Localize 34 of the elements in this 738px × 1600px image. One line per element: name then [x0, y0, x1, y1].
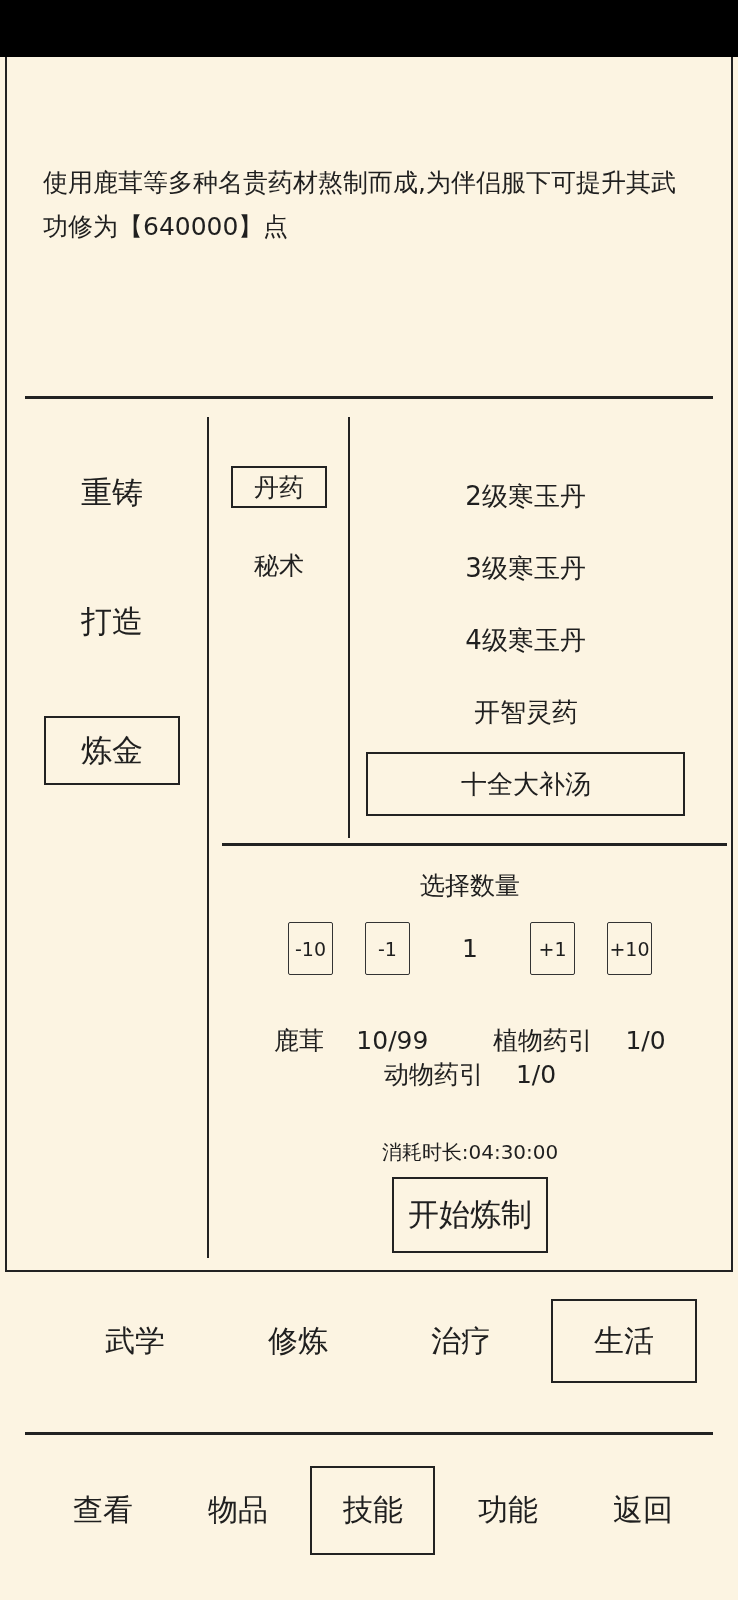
recipe-item[interactable]: 4级寒玉丹 [366, 608, 685, 672]
skill-tab[interactable]: 武学 [62, 1299, 208, 1383]
step-button[interactable]: +1 [530, 922, 575, 975]
craft-tab[interactable]: 重铸 [44, 458, 180, 527]
start-button[interactable]: 开始炼制 [392, 1177, 548, 1253]
step-button[interactable]: -10 [288, 922, 333, 975]
duration-text: 消耗时长:04:30:00 [381, 1140, 559, 1164]
nav-button[interactable]: 返回 [580, 1466, 705, 1555]
nav-button[interactable]: 物品 [175, 1466, 300, 1555]
step-button[interactable]: +10 [607, 922, 652, 975]
skill-tab[interactable]: 治疗 [388, 1299, 534, 1383]
material-count: 1/0 [515, 1059, 557, 1091]
craft-tab[interactable]: 炼金 [44, 716, 180, 785]
recipe-item[interactable]: 2级寒玉丹 [366, 464, 685, 528]
description-text: 使用鹿茸等多种名贵药材熬制而成,为伴侣服下可提升其武功修为【640000】点 [43, 167, 677, 243]
recipe-item[interactable]: 开智灵药 [366, 680, 685, 744]
quantity-value: 1 [461, 934, 479, 963]
material-count: 10/99 [356, 1025, 429, 1057]
step-button[interactable]: -1 [365, 922, 410, 975]
recipe-item[interactable]: 十全大补汤 [366, 752, 685, 816]
material-count: 1/0 [625, 1025, 666, 1057]
category-tab[interactable]: 丹药 [230, 466, 327, 508]
category-tab[interactable]: 秘术 [230, 544, 327, 586]
nav-button[interactable]: 技能 [310, 1466, 435, 1555]
quantity-title: 选择数量 [420, 871, 520, 901]
nav-button[interactable]: 功能 [445, 1466, 570, 1555]
craft-tab[interactable]: 打造 [44, 587, 180, 656]
material-name: 鹿茸 [274, 1025, 325, 1057]
skill-tab[interactable]: 修炼 [225, 1299, 371, 1383]
nav-button[interactable]: 查看 [40, 1466, 165, 1555]
material-name: 动物药引 [383, 1059, 484, 1091]
recipe-item[interactable]: 3级寒玉丹 [366, 536, 685, 600]
material-name: 植物药引 [493, 1025, 594, 1057]
skill-tab[interactable]: 生活 [551, 1299, 697, 1383]
